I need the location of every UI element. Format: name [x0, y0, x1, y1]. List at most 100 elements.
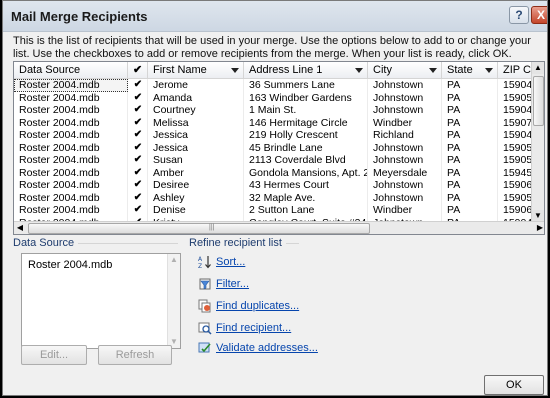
cell-address: 36 Summers Lane — [244, 79, 368, 92]
cell-city: Johnstown — [368, 141, 442, 154]
refresh-button[interactable]: Refresh — [98, 345, 172, 365]
sort-dropdown-icon[interactable] — [355, 68, 363, 73]
cell-state: PA — [442, 154, 498, 167]
table-row[interactable]: Roster 2004.mdb ✔ Jessica 219 Holly Crescen… — [14, 129, 534, 142]
table-row[interactable]: Roster 2004.mdb ✔ Courtney 1 Main St. Johnst… — [14, 104, 534, 117]
refine-group-label: Refine recipient list — [189, 237, 286, 249]
checkmark-icon: ✔ — [133, 79, 143, 90]
cell-data-source: Roster 2004.mdb — [14, 204, 128, 217]
table-row[interactable]: Roster 2004.mdb ✔ Susan 2113 Coverdale Blvd… — [14, 154, 534, 167]
cell-state: PA — [442, 104, 498, 117]
cell-city: Meyersdale — [368, 166, 442, 179]
close-button[interactable]: X — [531, 6, 547, 24]
grip-icon: ||| — [209, 224, 215, 231]
header-city-label: City — [373, 64, 392, 76]
cell-city: Johnstown — [368, 154, 442, 167]
header-zip[interactable]: ZIP Cod — [498, 62, 543, 79]
find-duplicates-link[interactable]: Find duplicates... — [216, 299, 299, 313]
help-button[interactable]: ? — [509, 6, 529, 24]
filter-link[interactable]: Filter... — [216, 277, 249, 291]
cell-city: Windber — [368, 204, 442, 217]
row-checkbox[interactable]: ✔ — [128, 204, 148, 217]
table-row[interactable]: Roster 2004.mdb ✔ Jessica 45 Brindle Lane Jo… — [14, 141, 534, 154]
ok-button[interactable]: OK — [484, 375, 544, 395]
table-horizontal-scrollbar[interactable]: ◀ ||| ▶ — [14, 221, 544, 234]
cell-address: 2113 Coverdale Blvd — [244, 154, 368, 167]
cell-state: PA — [442, 191, 498, 204]
validate-addresses-link[interactable]: Validate addresses... — [216, 341, 318, 355]
find-recipient-link[interactable]: Find recipient... — [216, 321, 291, 335]
table-row[interactable]: Roster 2004.mdb ✔ Melissa 146 Hermitage Cir… — [14, 116, 534, 129]
cell-city: Richland — [368, 129, 442, 142]
header-first-name[interactable]: First Name — [148, 62, 244, 79]
row-checkbox[interactable]: ✔ — [128, 104, 148, 117]
scroll-up-icon[interactable]: ▲ — [532, 62, 544, 74]
cell-city: Johnstown — [368, 191, 442, 204]
row-checkbox[interactable]: ✔ — [128, 179, 148, 192]
cell-state: PA — [442, 116, 498, 129]
header-state[interactable]: State — [442, 62, 498, 79]
cell-data-source: Roster 2004.mdb — [14, 116, 128, 129]
cell-first-name: Desiree — [148, 179, 244, 192]
recipient-table: Data Source ✔ First Name Address Line 1 … — [13, 61, 545, 235]
row-checkbox[interactable]: ✔ — [128, 166, 148, 179]
checkmark-icon: ✔ — [133, 104, 143, 115]
scroll-thumb[interactable]: ||| — [28, 223, 370, 234]
scroll-right-icon[interactable]: ▶ — [534, 222, 544, 234]
header-address-label: Address Line 1 — [249, 64, 323, 76]
table-row[interactable]: Roster 2004.mdb ✔ Denise 2 Sutton Lane Windb… — [14, 204, 534, 217]
checkmark-icon: ✔ — [133, 141, 143, 153]
data-source-group-label: Data Source — [13, 237, 79, 249]
table-row[interactable]: Roster 2004.mdb ✔ Amanda 163 Windber Garden… — [14, 91, 534, 104]
table-row[interactable]: Roster 2004.mdb ✔ Jerome 36 Summers Lane Joh… — [14, 79, 534, 92]
sort-dropdown-icon[interactable] — [231, 68, 239, 73]
cell-zip: 15904 — [498, 79, 534, 92]
cell-first-name: Amber — [148, 166, 244, 179]
row-checkbox[interactable]: ✔ — [128, 154, 148, 167]
table-vertical-scrollbar[interactable]: ▲ ▼ — [531, 62, 544, 222]
table-row[interactable]: Roster 2004.mdb ✔ Ashley 32 Maple Ave. Johns… — [14, 191, 534, 204]
row-checkbox[interactable]: ✔ — [128, 129, 148, 142]
row-checkbox[interactable]: ✔ — [128, 91, 148, 104]
sort-dropdown-icon[interactable] — [485, 68, 493, 73]
cell-city: Johnstown — [368, 91, 442, 104]
intro-text: This is the list of recipients that will… — [13, 35, 531, 60]
cell-data-source: Roster 2004.mdb — [14, 129, 128, 142]
header-address[interactable]: Address Line 1 — [244, 62, 368, 79]
header-data-source[interactable]: Data Source — [14, 62, 128, 79]
cell-data-source: Roster 2004.mdb — [14, 154, 128, 167]
cell-state: PA — [442, 204, 498, 217]
header-check-all[interactable]: ✔ — [128, 62, 148, 79]
scroll-up-icon[interactable]: ▲ — [169, 255, 179, 265]
scroll-thumb[interactable] — [533, 76, 544, 126]
row-checkbox[interactable]: ✔ — [128, 116, 148, 129]
cell-first-name: Amanda — [148, 91, 244, 104]
cell-data-source: Roster 2004.mdb — [14, 166, 128, 179]
cell-first-name: Courtney — [148, 104, 244, 117]
svg-text:Z: Z — [198, 263, 202, 269]
cell-zip: 15904 — [498, 129, 534, 142]
data-source-list-item[interactable]: Roster 2004.mdb — [28, 259, 112, 271]
row-checkbox[interactable]: ✔ — [128, 79, 148, 92]
row-checkbox[interactable]: ✔ — [128, 191, 148, 204]
data-source-scrollbar[interactable]: ▲ ▼ — [167, 254, 180, 348]
table-row[interactable]: Roster 2004.mdb ✔ Desiree 43 Hermes Court Jo… — [14, 179, 534, 192]
data-source-list[interactable]: Roster 2004.mdb ▲ ▼ — [21, 253, 181, 349]
header-city[interactable]: City — [368, 62, 442, 79]
table-row[interactable]: Roster 2004.mdb ✔ Amber Gondola Mansions, A… — [14, 166, 534, 179]
row-checkbox[interactable]: ✔ — [128, 141, 148, 154]
sort-dropdown-icon[interactable] — [429, 68, 437, 73]
cell-zip: 15905 — [498, 154, 534, 167]
cell-state: PA — [442, 166, 498, 179]
title-bar: Mail Merge Recipients ? X — [3, 1, 547, 32]
cell-zip: 15945 — [498, 166, 534, 179]
cell-address: 43 Hermes Court — [244, 179, 368, 192]
edit-button[interactable]: Edit... — [21, 345, 87, 365]
sort-link[interactable]: Sort... — [216, 255, 245, 269]
scroll-left-icon[interactable]: ◀ — [14, 222, 26, 234]
checkmark-icon: ✔ — [133, 204, 143, 215]
cell-first-name: Susan — [148, 154, 244, 167]
cell-data-source: Roster 2004.mdb — [14, 191, 128, 204]
checkmark-icon: ✔ — [133, 166, 143, 178]
cell-state: PA — [442, 141, 498, 154]
